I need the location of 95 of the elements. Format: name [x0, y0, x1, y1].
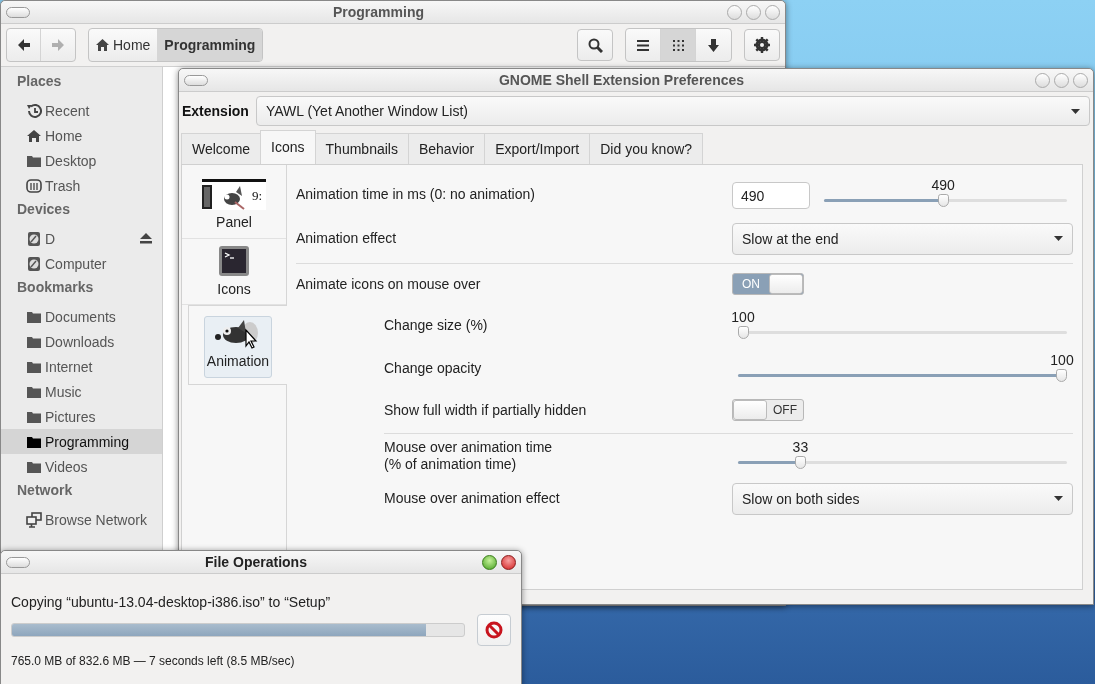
slider[interactable]: [738, 368, 1067, 383]
breadcrumb-button[interactable]: Programming: [157, 29, 263, 61]
side-tab[interactable]: Animation: [188, 305, 287, 385]
sidebar-item[interactable]: Desktop: [1, 148, 162, 173]
progress-status-text: 765.0 MB of 832.6 MB — 7 seconds left (8.5 MB/sec): [11, 654, 296, 668]
status-message: Copying “ubuntu-13.04-desktop-i386.iso” to “Setup”: [11, 593, 332, 612]
maximize-button[interactable]: [1054, 72, 1069, 88]
arrow-right-icon: [51, 39, 65, 51]
side-tab[interactable]: Icons: [182, 239, 286, 305]
sidebar-item[interactable]: Internet: [1, 354, 162, 379]
tab[interactable]: Did you know?: [589, 133, 704, 164]
history-icon: [26, 102, 42, 119]
eject-icon: [140, 233, 152, 244]
side-tab-label: Panel: [216, 214, 252, 230]
setting-label: Show full width if partially hidden: [384, 401, 588, 419]
sidebar-item[interactable]: Recent: [1, 98, 162, 123]
trash-icon: [26, 177, 42, 194]
section-heading: Places: [16, 72, 63, 91]
field-label: Extension: [182, 103, 249, 119]
dropdown-caret-icon: [1071, 108, 1080, 114]
terminal-icon: [218, 245, 250, 277]
sidebar-item[interactable]: Browse Network: [1, 507, 162, 532]
slider-value: 100: [731, 308, 755, 325]
sidebar-item[interactable]: D: [1, 226, 162, 251]
side-tab-label: Icons: [217, 281, 251, 297]
tab[interactable]: Thumbnails: [314, 133, 409, 164]
maximize-button[interactable]: [746, 4, 761, 20]
window-menu-button[interactable]: [6, 6, 30, 18]
settings-button[interactable]: [744, 29, 780, 61]
tab[interactable]: Behavior: [407, 133, 486, 164]
setting-label: Animation effect: [296, 230, 398, 247]
side-tab[interactable]: 9: Panel: [182, 173, 286, 239]
slider-value: 490: [931, 177, 955, 193]
search-button[interactable]: [577, 29, 613, 61]
panel-clock-text: 9:: [252, 188, 263, 204]
number-field[interactable]: 490: [732, 182, 810, 209]
section-heading: Devices: [16, 200, 71, 219]
list-icon: [637, 39, 649, 51]
sidebar-item[interactable]: Trash: [1, 173, 162, 198]
setting-label: Change size (%): [384, 317, 489, 334]
extension-dropdown[interactable]: YAWL (Yet Another Window List): [255, 96, 1090, 126]
maximize-button[interactable]: [482, 554, 497, 570]
setting-label: Animation time in ms (0: no animation): [296, 185, 536, 203]
sidebar-item[interactable]: Pictures: [1, 404, 162, 429]
window-menu-button[interactable]: [184, 74, 208, 86]
sidebar-item[interactable]: Videos: [1, 454, 162, 479]
search-icon: [587, 37, 603, 53]
cancel-icon: [485, 621, 503, 639]
sidebar-item[interactable]: Computer: [1, 251, 162, 276]
window-title: GNOME Shell Extension Preferences: [497, 72, 746, 88]
slider-thumb[interactable]: [795, 455, 807, 469]
window-title: Programming: [332, 4, 425, 20]
slider-thumb[interactable]: [1056, 368, 1067, 382]
tab[interactable]: Welcome: [181, 133, 262, 164]
dropdown[interactable]: Slow on both sides: [732, 482, 1073, 515]
arrow-down-icon: [708, 38, 719, 52]
setting-label: Animate icons on mouse over: [296, 275, 482, 293]
sidebar-item[interactable]: Music: [1, 379, 162, 404]
section-heading: Network: [16, 481, 74, 500]
tab[interactable]: Export/Import: [484, 133, 591, 164]
dropdown-caret-icon: [1054, 496, 1063, 501]
settings-icon: [754, 37, 770, 53]
slider-value: 33: [792, 438, 809, 455]
slider[interactable]: [824, 194, 1067, 208]
slider-thumb[interactable]: [937, 194, 949, 207]
sidebar-item[interactable]: Home: [1, 123, 162, 148]
section-heading: Bookmarks: [16, 278, 95, 297]
slider-thumb[interactable]: [738, 325, 749, 339]
sidebar-item[interactable]: Downloads: [1, 329, 162, 354]
setting-label: Change opacity: [384, 360, 483, 377]
slider-value: 100: [1050, 351, 1074, 368]
arrow-left-icon: [16, 39, 31, 51]
grid-icon: [672, 39, 684, 51]
slider[interactable]: [738, 325, 1067, 340]
cancel-button[interactable]: [477, 614, 511, 646]
grid-view-button[interactable]: [661, 29, 696, 61]
home-icon: [26, 127, 42, 144]
close-button[interactable]: [501, 554, 516, 570]
dropdown[interactable]: Slow at the end: [732, 222, 1073, 255]
network-icon: [26, 511, 42, 528]
minimize-button[interactable]: [1035, 72, 1050, 88]
setting-label: Mouse over animation time (% of animation time): [384, 438, 554, 473]
window-menu-button[interactable]: [6, 556, 30, 568]
side-tab-label: Animation: [206, 353, 270, 369]
sidebar-item[interactable]: Programming: [1, 429, 162, 454]
home-icon: [96, 39, 109, 51]
sidebar-item[interactable]: Documents: [1, 304, 162, 329]
slider[interactable]: [738, 455, 1067, 470]
setting-label: Mouse over animation effect: [384, 490, 561, 507]
toggle-switch[interactable]: OFF: [732, 399, 804, 421]
window-title: File Operations: [204, 554, 308, 570]
breadcrumb-button[interactable]: Home: [89, 29, 158, 61]
minimize-button[interactable]: [727, 4, 742, 20]
dropdown-caret-icon: [1054, 236, 1063, 241]
tab[interactable]: Icons: [260, 130, 316, 164]
